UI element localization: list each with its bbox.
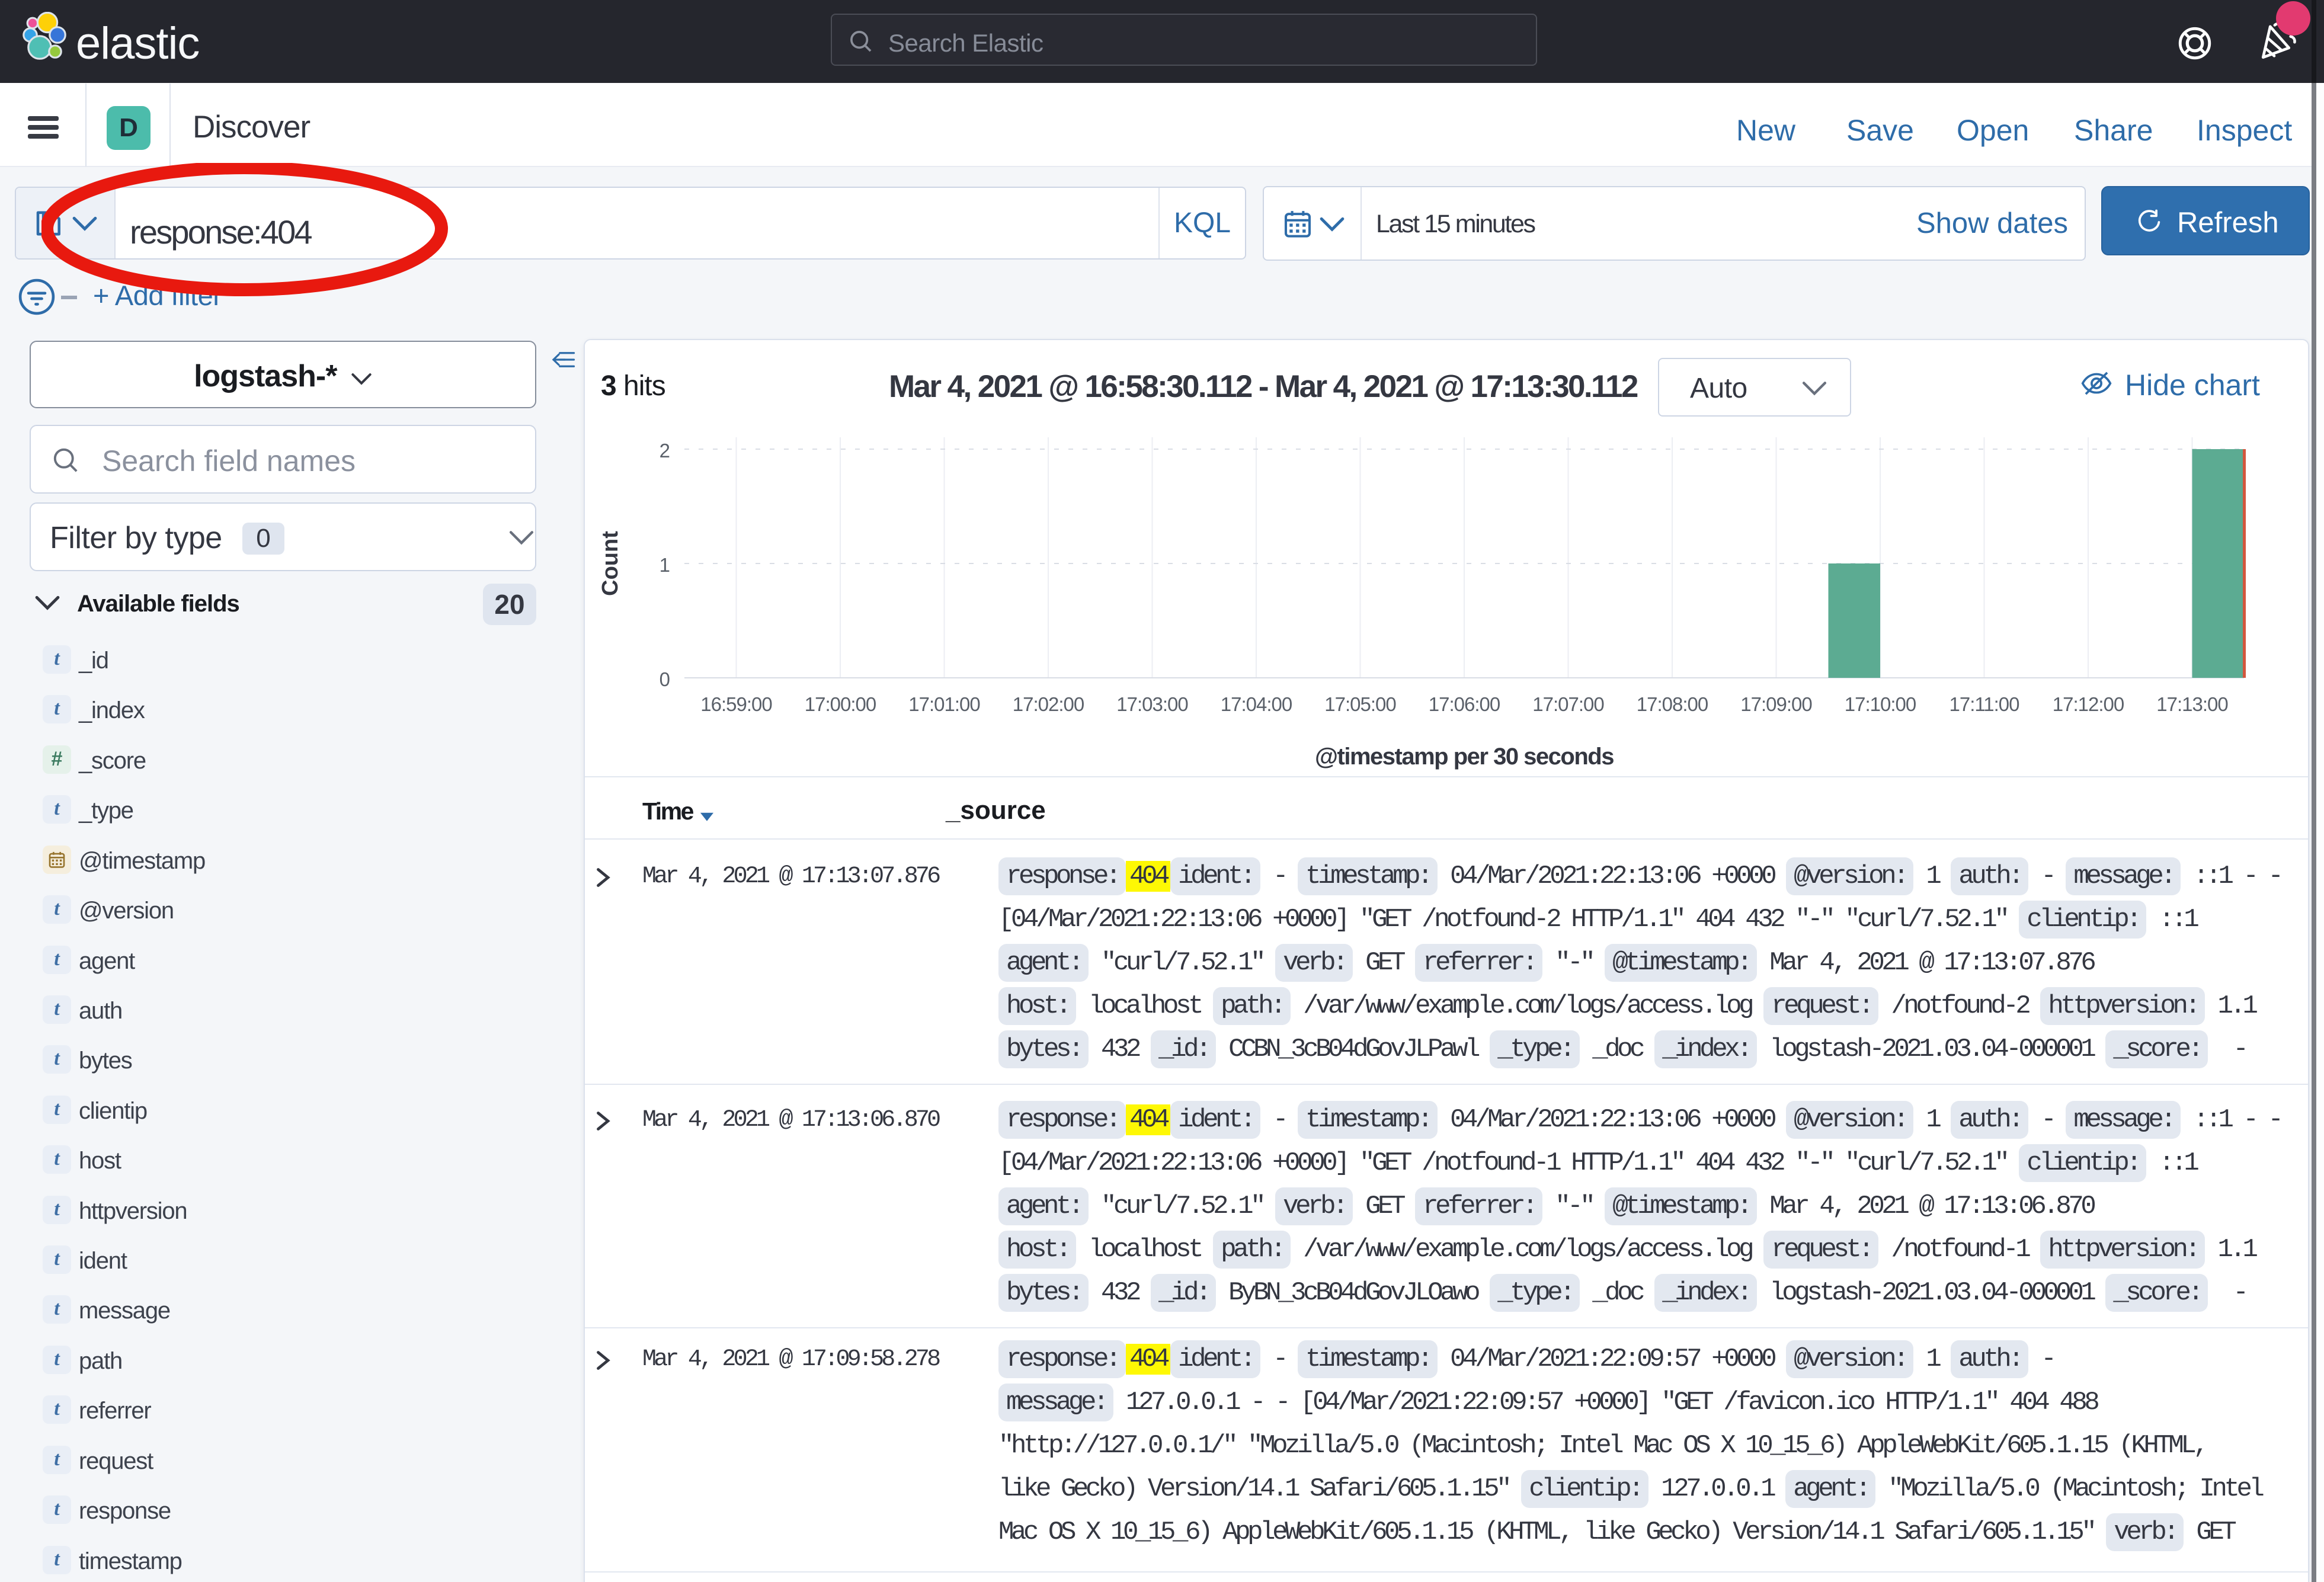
svg-text:17:07:00: 17:07:00	[1532, 693, 1604, 715]
svg-text:17:09:00: 17:09:00	[1740, 693, 1812, 715]
svg-text:2: 2	[660, 440, 670, 462]
svg-text:0: 0	[660, 668, 670, 690]
svg-text:17:00:00: 17:00:00	[805, 693, 876, 715]
svg-text:17:03:00: 17:03:00	[1116, 693, 1188, 715]
svg-text:17:04:00: 17:04:00	[1221, 693, 1292, 715]
svg-text:@timestamp per 30 seconds: @timestamp per 30 seconds	[1315, 744, 1614, 770]
svg-text:1: 1	[660, 554, 670, 576]
svg-text:17:12:00: 17:12:00	[2053, 693, 2124, 715]
svg-text:17:02:00: 17:02:00	[1013, 693, 1084, 715]
svg-text:17:10:00: 17:10:00	[1845, 693, 1916, 715]
svg-text:17:11:00: 17:11:00	[1949, 693, 2019, 715]
svg-text:17:05:00: 17:05:00	[1324, 693, 1396, 715]
svg-text:17:06:00: 17:06:00	[1429, 693, 1500, 715]
svg-text:17:13:00: 17:13:00	[2156, 693, 2228, 715]
svg-text:Count: Count	[598, 531, 623, 596]
svg-text:17:08:00: 17:08:00	[1637, 693, 1708, 715]
svg-text:16:59:00: 16:59:00	[700, 693, 772, 715]
svg-text:17:01:00: 17:01:00	[908, 693, 980, 715]
